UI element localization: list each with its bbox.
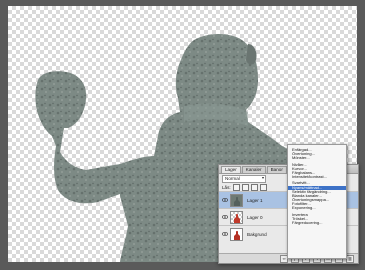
blend-mode-select[interactable]: Normal ▾ bbox=[222, 174, 266, 183]
trash-icon[interactable]: ▥ bbox=[346, 254, 354, 263]
chevron-down-icon: ▾ bbox=[261, 174, 264, 180]
stone-figure-thumb bbox=[230, 193, 243, 207]
lock-pixels-icon[interactable] bbox=[241, 183, 249, 191]
lock-position-icon[interactable] bbox=[250, 183, 258, 191]
tab-channels[interactable]: Kanaler bbox=[241, 166, 266, 173]
background-thumb bbox=[230, 227, 243, 241]
lock-all-icon[interactable] bbox=[259, 183, 267, 191]
lock-transparency-icon[interactable] bbox=[232, 183, 240, 191]
blend-mode-value: Normal bbox=[225, 175, 240, 181]
eye-icon[interactable] bbox=[221, 197, 228, 204]
layer-name: Bakgrund bbox=[247, 231, 267, 237]
layer-name: Lager 1 bbox=[247, 197, 263, 203]
eye-icon[interactable] bbox=[221, 231, 228, 238]
tab-paths[interactable]: Banor bbox=[266, 166, 287, 173]
menu-item[interactable]: Färgreducering... bbox=[288, 221, 346, 225]
tab-layers[interactable]: Lager bbox=[221, 166, 241, 173]
eye-icon[interactable] bbox=[221, 214, 228, 221]
fist-shape bbox=[35, 71, 120, 204]
adjustment-layer-menu: Enfärgad... Övertoning... Mönster... Niv… bbox=[287, 144, 347, 259]
photoshop-window: Lager Kanaler Banor Normal ▾ Lås: Lager … bbox=[0, 0, 365, 270]
layer-name: Lager 0 bbox=[247, 214, 263, 220]
mask-thumb bbox=[230, 210, 243, 224]
lock-label: Lås: bbox=[222, 184, 231, 190]
